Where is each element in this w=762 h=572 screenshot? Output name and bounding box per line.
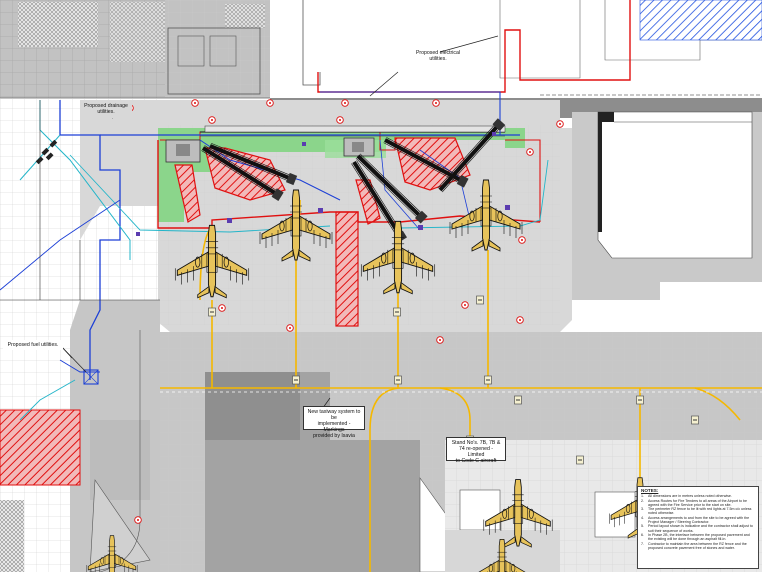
electrical-utilities-label: Proposed electrical utilities. [415, 50, 461, 62]
notes-title: NOTES: [641, 488, 659, 493]
red-hatched-area-lower-left [0, 409, 81, 486]
blue-hatched-area [639, 0, 762, 41]
site-plan-drawing: Proposed electrical utilities. Proposed d… [0, 0, 762, 572]
fuel-utilities-label: Proposed fuel utilities. [3, 340, 63, 350]
stands-reopened-callout: Stand No's. 7B, 7B & 74 re-opened - Limit… [446, 437, 506, 464]
drainage-utilities-label: Proposed drainage utilities. [80, 101, 132, 118]
note-item: 2. Access Routes for Fire Tenders to all … [641, 498, 748, 507]
note-item: 3. The perimeter RZ fence to be lit with … [641, 507, 752, 516]
notes-panel: NOTES: 1. All dimensions are in metres un… [637, 486, 759, 569]
note-item: 6. In Phase 2B, the interface between the… [641, 532, 750, 542]
hatched-zone-5 [335, 211, 359, 327]
note-item: 4. Access arrangements to and from the si… [641, 515, 750, 525]
taxiway-system-callout: New taxiway system to be implemented - Ma… [303, 406, 365, 439]
note-item: 5. Period layout shown is indicative and … [641, 524, 753, 533]
note-item: 7. Contractor to maintain the area betwee… [641, 541, 747, 550]
